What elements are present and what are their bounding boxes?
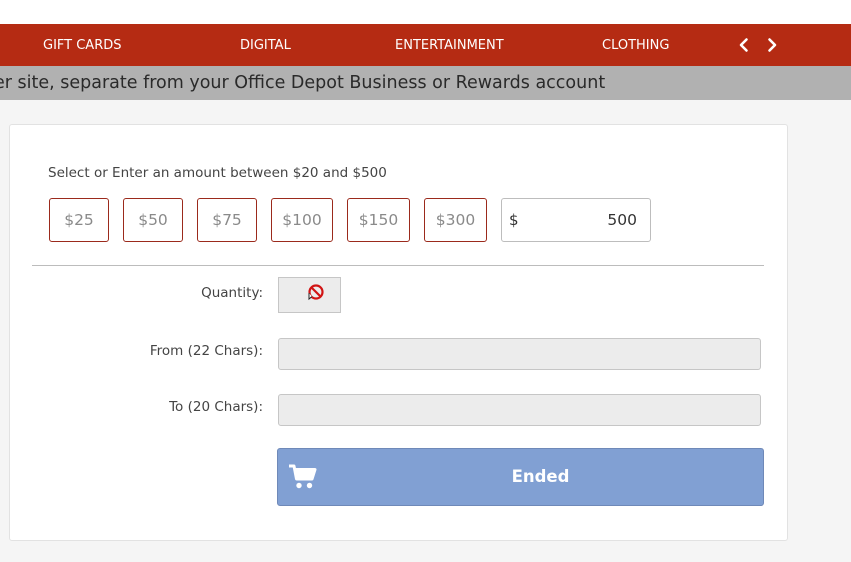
currency-symbol: $ xyxy=(509,211,519,229)
banner-text: er site, separate from your Office Depot… xyxy=(0,73,606,93)
to-field[interactable] xyxy=(278,394,761,426)
quantity-label: Quantity: xyxy=(201,285,263,301)
to-label: To (20 Chars): xyxy=(169,399,263,415)
amount-instructions: Select or Enter an amount between $20 an… xyxy=(48,165,387,181)
amount-button-300[interactable]: $300 xyxy=(424,198,487,242)
divider xyxy=(32,265,764,266)
chevron-right-icon[interactable] xyxy=(763,36,781,54)
amount-button-25[interactable]: $25 xyxy=(49,198,109,242)
no-entry-icon xyxy=(306,283,326,303)
custom-amount-input[interactable]: $ 500 xyxy=(501,198,651,242)
category-nav: GIFT CARDS DIGITAL ENTERTAINMENT CLOTHIN… xyxy=(0,24,851,66)
from-label: From (22 Chars): xyxy=(149,343,263,359)
chevron-left-icon[interactable] xyxy=(735,36,753,54)
amount-button-50[interactable]: $50 xyxy=(123,198,183,242)
account-notice-banner: er site, separate from your Office Depot… xyxy=(0,66,851,100)
top-bar xyxy=(0,0,851,24)
custom-amount-value: 500 xyxy=(607,211,637,229)
add-to-cart-label: Ended xyxy=(511,467,570,486)
from-field[interactable] xyxy=(278,338,761,370)
amount-button-100[interactable]: $100 xyxy=(271,198,333,242)
nav-item-digital[interactable]: DIGITAL xyxy=(240,24,291,66)
nav-item-entertainment[interactable]: ENTERTAINMENT xyxy=(395,24,504,66)
quantity-field[interactable] xyxy=(278,277,341,313)
amount-button-75[interactable]: $75 xyxy=(197,198,257,242)
add-to-cart-button[interactable]: Ended xyxy=(277,448,764,506)
amount-button-150[interactable]: $150 xyxy=(347,198,410,242)
nav-item-clothing[interactable]: CLOTHING xyxy=(602,24,669,66)
nav-item-gift-cards[interactable]: GIFT CARDS xyxy=(43,24,122,66)
